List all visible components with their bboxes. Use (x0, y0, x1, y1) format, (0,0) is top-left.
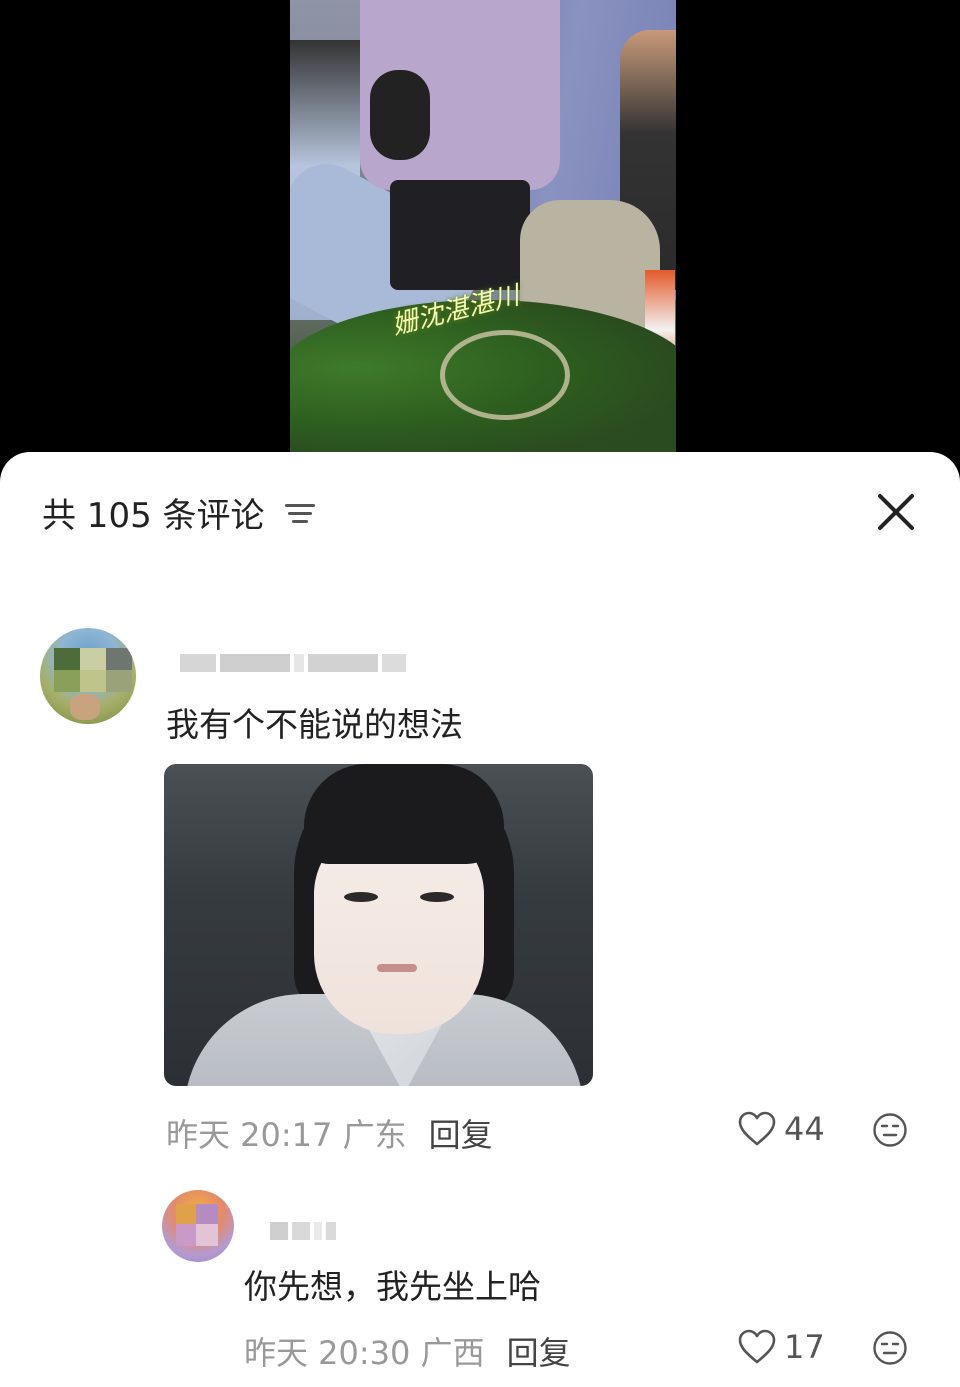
video-player-area[interactable]: 姗沈湛湛川 (0, 0, 960, 470)
dislike-emoji-icon[interactable] (872, 1112, 908, 1148)
comment-time-location: 昨天 20:17 广东 (166, 1110, 407, 1156)
comments-header: 共 105 条评论 (42, 488, 315, 537)
comment-meta: 昨天 20:30 广西 回复 (244, 1328, 571, 1374)
heart-icon (738, 1329, 776, 1364)
avatar-pixel (70, 694, 100, 720)
close-icon[interactable] (876, 492, 916, 532)
avatar-pixel (80, 648, 106, 670)
avatar-pixel (106, 670, 132, 692)
video-cable-coil (440, 330, 570, 420)
video-bag (370, 70, 430, 160)
avatar-pixel (176, 1224, 196, 1246)
like-button[interactable]: 17 (738, 1328, 825, 1366)
comment-image[interactable] (164, 764, 593, 1086)
heart-icon (738, 1111, 776, 1146)
comment-text: 我有个不能说的想法 (166, 705, 463, 744)
comments-count-title: 共 105 条评论 (42, 496, 265, 536)
reply-button[interactable]: 回复 (429, 1110, 493, 1156)
comment-time-location: 昨天 20:30 广西 (244, 1328, 485, 1374)
avatar-pixel (176, 1204, 196, 1224)
username-redacted[interactable] (270, 1220, 336, 1242)
username-redacted[interactable] (180, 652, 406, 674)
sort-icon[interactable] (284, 501, 315, 525)
comment-location: 广东 (342, 1116, 407, 1154)
comment-time: 昨天 20:30 (244, 1334, 411, 1372)
comment-location: 广西 (420, 1334, 485, 1372)
reply-button[interactable]: 回复 (507, 1328, 571, 1374)
video-person-pants (390, 180, 530, 290)
dislike-emoji-icon[interactable] (872, 1330, 908, 1366)
like-count: 44 (784, 1110, 825, 1148)
image-figure-fringe (304, 764, 504, 864)
avatar-pixel (106, 648, 132, 670)
image-figure-mouth (377, 964, 417, 972)
comments-sheet: 共 105 条评论 我有个不能说的想法 昨天 20:17 广东 回复 44 你先… (0, 452, 960, 1387)
like-button[interactable]: 44 (738, 1110, 825, 1148)
video-frame[interactable]: 姗沈湛湛川 (290, 0, 676, 452)
like-count: 17 (784, 1328, 825, 1366)
avatar-pixel (196, 1224, 218, 1246)
image-figure-eye (420, 892, 454, 902)
avatar-pixel (196, 1204, 218, 1224)
comment-meta: 昨天 20:17 广东 回复 (166, 1110, 493, 1156)
comment-time: 昨天 20:17 (166, 1116, 333, 1154)
comment-text: 你先想，我先坐上哈 (244, 1267, 541, 1306)
avatar[interactable] (40, 628, 136, 724)
image-figure-eye (344, 892, 378, 902)
avatar-pixel (54, 670, 80, 692)
avatar[interactable] (162, 1190, 234, 1262)
avatar-pixel (80, 670, 106, 692)
avatar-pixel (54, 648, 80, 670)
